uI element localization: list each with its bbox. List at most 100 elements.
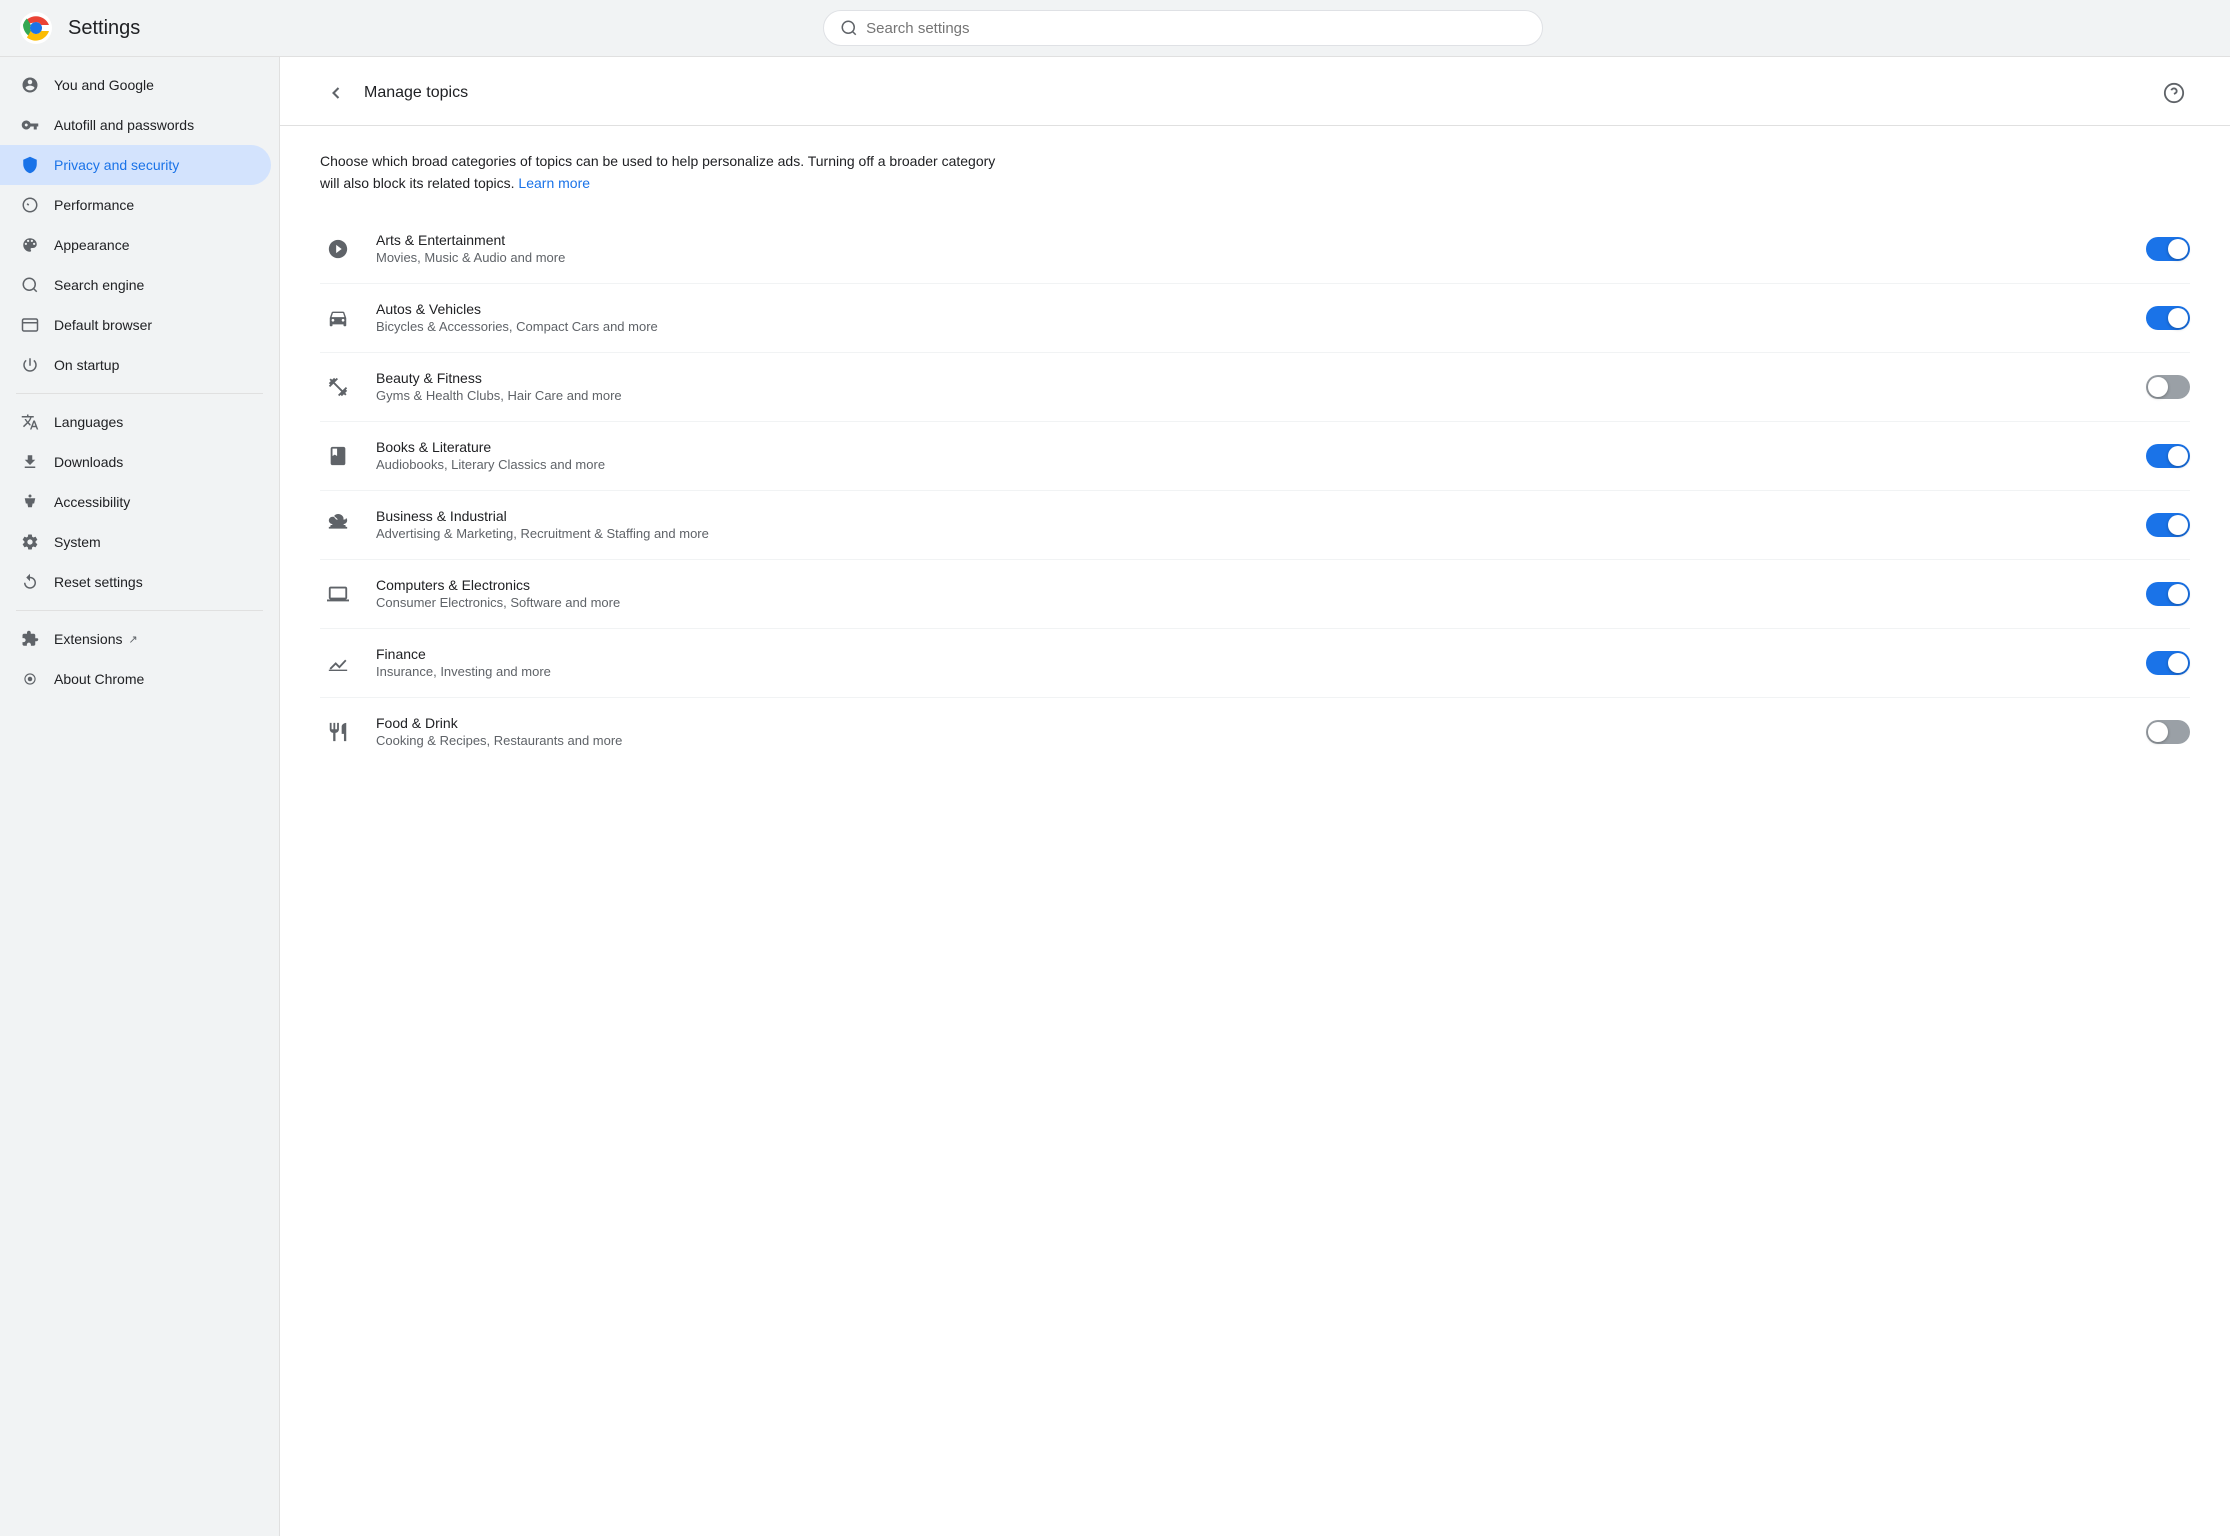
- sidebar-label-languages: Languages: [54, 414, 123, 430]
- search-engine-icon: [20, 275, 40, 295]
- sidebar-item-languages[interactable]: Languages: [0, 402, 271, 442]
- topic-item-books: Books & Literature Audiobooks, Literary …: [320, 422, 2190, 491]
- topic-item-food: Food & Drink Cooking & Recipes, Restaura…: [320, 698, 2190, 766]
- topic-sub-beauty: Gyms & Health Clubs, Hair Care and more: [376, 388, 2126, 403]
- toggle-business[interactable]: [2146, 513, 2190, 537]
- top-bar: Settings: [0, 0, 2230, 57]
- reset-icon: [20, 572, 40, 592]
- help-button[interactable]: [2158, 77, 2190, 109]
- toggle-finance[interactable]: [2146, 651, 2190, 675]
- browser-icon: [20, 315, 40, 335]
- topic-text-finance: Finance Insurance, Investing and more: [376, 646, 2126, 679]
- topic-text-autos: Autos & Vehicles Bicycles & Accessories,…: [376, 301, 2126, 334]
- about-chrome-icon: [20, 669, 40, 689]
- sidebar-item-about[interactable]: About Chrome: [0, 659, 271, 699]
- app-container: Settings You and Google Au: [0, 0, 2230, 1536]
- search-input[interactable]: [866, 20, 1526, 37]
- topic-name-food: Food & Drink: [376, 715, 2126, 731]
- google-icon: [20, 75, 40, 95]
- sidebar-item-reset[interactable]: Reset settings: [0, 562, 271, 602]
- key-icon: [20, 115, 40, 135]
- topic-sub-business: Advertising & Marketing, Recruitment & S…: [376, 526, 2126, 541]
- sidebar-label-system: System: [54, 534, 101, 550]
- topic-sub-books: Audiobooks, Literary Classics and more: [376, 457, 2126, 472]
- extensions-icon: [20, 629, 40, 649]
- sidebar-item-privacy[interactable]: Privacy and security: [0, 145, 271, 185]
- toggle-beauty[interactable]: [2146, 375, 2190, 399]
- topic-icon-arts: [320, 231, 356, 267]
- extensions-label-group: Extensions ↗: [54, 631, 138, 647]
- topic-item-autos: Autos & Vehicles Bicycles & Accessories,…: [320, 284, 2190, 353]
- appearance-icon: [20, 235, 40, 255]
- sidebar-label-about: About Chrome: [54, 671, 144, 687]
- sidebar-divider-2: [16, 610, 263, 611]
- topic-sub-arts: Movies, Music & Audio and more: [376, 250, 2126, 265]
- topic-text-food: Food & Drink Cooking & Recipes, Restaura…: [376, 715, 2126, 748]
- sidebar-label-reset: Reset settings: [54, 574, 143, 590]
- sidebar-label-default-browser: Default browser: [54, 317, 152, 333]
- toggle-autos[interactable]: [2146, 306, 2190, 330]
- sidebar-label-accessibility: Accessibility: [54, 494, 130, 510]
- topics-list: Arts & Entertainment Movies, Music & Aud…: [280, 215, 2230, 766]
- toggle-computers[interactable]: [2146, 582, 2190, 606]
- gauge-icon: [20, 195, 40, 215]
- sidebar-label-search-engine: Search engine: [54, 277, 144, 293]
- sidebar-item-you-google[interactable]: You and Google: [0, 65, 271, 105]
- topic-icon-beauty: [320, 369, 356, 405]
- topic-item-arts: Arts & Entertainment Movies, Music & Aud…: [320, 215, 2190, 284]
- external-link-icon: ↗: [128, 633, 137, 646]
- topic-sub-finance: Insurance, Investing and more: [376, 664, 2126, 679]
- topic-icon-finance: [320, 645, 356, 681]
- sidebar-item-accessibility[interactable]: Accessibility: [0, 482, 271, 522]
- main-layout: You and Google Autofill and passwords Pr…: [0, 57, 2230, 1536]
- sidebar-label-autofill: Autofill and passwords: [54, 117, 194, 133]
- toggle-books[interactable]: [2146, 444, 2190, 468]
- sidebar-item-performance[interactable]: Performance: [0, 185, 271, 225]
- accessibility-icon: [20, 492, 40, 512]
- chrome-logo: [20, 12, 52, 44]
- sidebar-item-autofill[interactable]: Autofill and passwords: [0, 105, 271, 145]
- content-header-left: Manage topics: [320, 77, 468, 109]
- topic-item-computers: Computers & Electronics Consumer Electro…: [320, 560, 2190, 629]
- back-button[interactable]: [320, 77, 352, 109]
- learn-more-link[interactable]: Learn more: [518, 175, 590, 191]
- content-area: Manage topics Choose which broad categor…: [280, 57, 2230, 1536]
- sidebar-item-on-startup[interactable]: On startup: [0, 345, 271, 385]
- settings-title: Settings: [68, 17, 140, 40]
- topic-icon-computers: [320, 576, 356, 612]
- topic-sub-food: Cooking & Recipes, Restaurants and more: [376, 733, 2126, 748]
- topic-sub-autos: Bicycles & Accessories, Compact Cars and…: [376, 319, 2126, 334]
- toggle-food[interactable]: [2146, 720, 2190, 744]
- topic-name-arts: Arts & Entertainment: [376, 232, 2126, 248]
- sidebar-item-extensions[interactable]: Extensions ↗: [0, 619, 271, 659]
- topic-name-finance: Finance: [376, 646, 2126, 662]
- topic-item-beauty: Beauty & Fitness Gyms & Health Clubs, Ha…: [320, 353, 2190, 422]
- sidebar-item-default-browser[interactable]: Default browser: [0, 305, 271, 345]
- download-icon: [20, 452, 40, 472]
- topic-text-business: Business & Industrial Advertising & Mark…: [376, 508, 2126, 541]
- sidebar-item-downloads[interactable]: Downloads: [0, 442, 271, 482]
- sidebar-item-search-engine[interactable]: Search engine: [0, 265, 271, 305]
- description-block: Choose which broad categories of topics …: [280, 126, 1040, 215]
- sidebar-item-system[interactable]: System: [0, 522, 271, 562]
- topic-item-finance: Finance Insurance, Investing and more: [320, 629, 2190, 698]
- sidebar-label-privacy: Privacy and security: [54, 157, 179, 173]
- topic-name-business: Business & Industrial: [376, 508, 2126, 524]
- search-icon: [840, 19, 858, 37]
- search-bar[interactable]: [823, 10, 1543, 46]
- topic-name-books: Books & Literature: [376, 439, 2126, 455]
- topic-name-beauty: Beauty & Fitness: [376, 370, 2126, 386]
- system-icon: [20, 532, 40, 552]
- sidebar-item-appearance[interactable]: Appearance: [0, 225, 271, 265]
- content-header: Manage topics: [280, 57, 2230, 126]
- sidebar-label-extensions: Extensions: [54, 631, 122, 647]
- topic-icon-books: [320, 438, 356, 474]
- topic-text-beauty: Beauty & Fitness Gyms & Health Clubs, Ha…: [376, 370, 2126, 403]
- topic-text-books: Books & Literature Audiobooks, Literary …: [376, 439, 2126, 472]
- toggle-arts[interactable]: [2146, 237, 2190, 261]
- sidebar-label-you-google: You and Google: [54, 77, 154, 93]
- sidebar-label-performance: Performance: [54, 197, 134, 213]
- page-title: Manage topics: [364, 84, 468, 102]
- topic-text-arts: Arts & Entertainment Movies, Music & Aud…: [376, 232, 2126, 265]
- translate-icon: [20, 412, 40, 432]
